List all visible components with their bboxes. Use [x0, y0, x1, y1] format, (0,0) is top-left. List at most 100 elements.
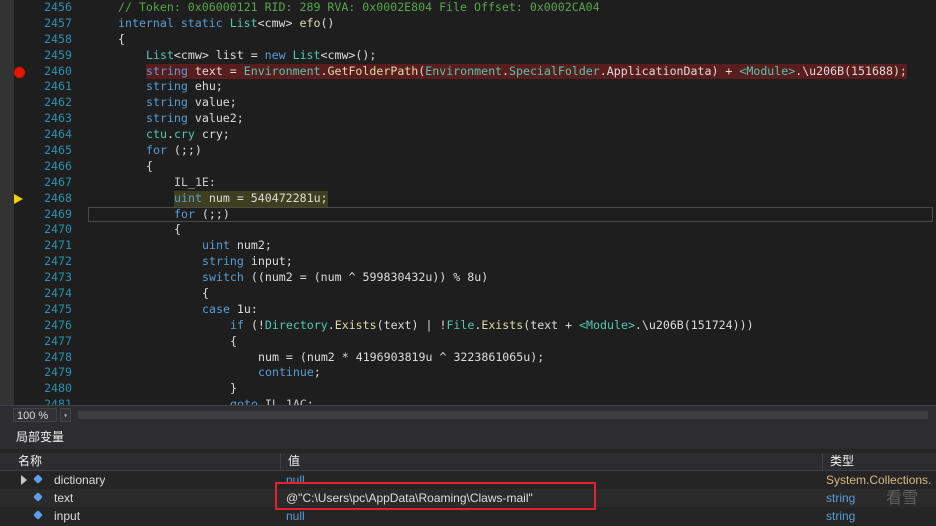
code-line[interactable]: 2460 string text = Environment.GetFolderP… [0, 63, 936, 80]
code-line[interactable]: 2467 IL_1E: [0, 175, 936, 191]
zoom-level-combobox[interactable]: 100 % [13, 408, 57, 422]
code-line[interactable]: 2477 { [0, 334, 936, 350]
code-line[interactable]: 2469 for (;;) [0, 206, 936, 223]
code-token: // Token: 0x06000121 RID: 289 RVA: 0x000… [118, 0, 600, 14]
highlight-annotation-box [275, 482, 596, 510]
code-line[interactable]: 2466 { [0, 159, 936, 175]
column-separator[interactable] [822, 453, 823, 470]
code-line[interactable]: 2465 for (;;) [0, 143, 936, 159]
code-token: num = (num2 * 4196903819u ^ 3223861065u)… [258, 349, 545, 364]
code-token: string [146, 63, 195, 78]
column-separator[interactable] [280, 453, 281, 470]
code-token: . [327, 317, 335, 332]
code-text: num = (num2 * 4196903819u ^ 3223861065u)… [258, 350, 544, 366]
code-line[interactable]: 2475 case 1u: [0, 302, 936, 318]
code-token: List [146, 47, 174, 62]
code-line[interactable]: 2472 string input; [0, 254, 936, 270]
code-line[interactable]: 2474 { [0, 286, 936, 302]
code-token: . [166, 127, 174, 142]
code-token: Environment [243, 63, 321, 78]
code-line[interactable]: 2471 uint num2; [0, 238, 936, 254]
code-token: Exists [481, 317, 524, 332]
column-header-type[interactable]: 类型 [830, 453, 854, 470]
line-number: 2458 [44, 31, 72, 46]
code-token: Directory [264, 317, 328, 332]
code-line[interactable]: 2476 if (!Directory.Exists(text) | !File.… [0, 318, 936, 334]
code-line[interactable]: 2459 List<cmw> list = new List<cmw>(); [0, 48, 936, 64]
field-icon [33, 510, 43, 520]
code-token: . [502, 63, 510, 78]
code-line[interactable]: 2464 ctu.cry cry; [0, 127, 936, 143]
code-token: () [320, 15, 335, 30]
line-number: 2461 [44, 79, 72, 94]
code-editor[interactable]: 2456 // Token: 0x06000121 RID: 289 RVA: 0… [0, 0, 936, 405]
code-text: List<cmw> list = new List<cmw>(); [146, 48, 376, 64]
code-text: string text = Environment.GetFolderPath(… [146, 63, 907, 80]
code-token: (! [250, 317, 265, 332]
code-line[interactable]: 2458 { [0, 32, 936, 48]
current-statement-arrow-icon [14, 193, 23, 204]
code-token: { [202, 286, 209, 301]
code-token: <Module> [579, 317, 635, 332]
expand-arrow-icon[interactable] [21, 475, 27, 485]
code-token: ((num2 = (num ^ 599830432u)) % 8u) [250, 270, 489, 285]
line-number: 2480 [44, 381, 72, 396]
code-line[interactable]: 2473 switch ((num2 = (num ^ 599830432u)) … [0, 270, 936, 286]
line-number: 2466 [44, 158, 72, 173]
code-token: new [264, 47, 293, 62]
code-text: goto IL_1AC; [230, 397, 314, 405]
code-token: string [146, 111, 195, 126]
code-line[interactable]: 2480} [0, 381, 936, 397]
code-token: IL_1E: [174, 174, 216, 189]
line-number: 2479 [44, 365, 72, 380]
code-line[interactable]: 2461 string ehu; [0, 79, 936, 95]
zoom-dropdown-arrow-icon[interactable]: ▾ [60, 408, 71, 422]
column-header-value[interactable]: 值 [288, 453, 300, 470]
line-number: 2481 [44, 397, 72, 405]
line-number: 2464 [44, 127, 72, 142]
code-token: <Module> [739, 63, 796, 78]
code-token: efo [299, 15, 321, 30]
code-line[interactable]: 2481 goto IL_1AC; [0, 397, 936, 405]
code-token: (text + [523, 317, 580, 332]
line-number: 2463 [44, 111, 72, 126]
code-line[interactable]: 2468 uint num = 540472281u; [0, 190, 936, 207]
code-area[interactable]: 2456 // Token: 0x06000121 RID: 289 RVA: 0… [0, 0, 936, 405]
code-line[interactable]: 2457 internal static List<cmw> efo() [0, 16, 936, 32]
code-token: string [146, 95, 195, 110]
code-token: <cmw>(); [320, 47, 377, 62]
code-text: ctu.cry cry; [146, 127, 230, 143]
code-token: { [118, 31, 125, 46]
code-token: continue [258, 365, 314, 380]
line-number: 2462 [44, 95, 72, 110]
code-line[interactable]: 2456 // Token: 0x06000121 RID: 289 RVA: 0… [0, 0, 936, 16]
column-header-name[interactable]: 名称 [18, 453, 42, 470]
breakpoint-icon[interactable] [14, 66, 25, 78]
code-text: { [202, 286, 209, 302]
code-token: internal static [118, 15, 230, 30]
line-number: 2472 [44, 254, 72, 269]
current-line-highlight [88, 206, 933, 222]
code-token: .ApplicationData) + [599, 63, 740, 78]
code-token: input; [250, 254, 293, 269]
code-line[interactable]: 2470 { [0, 222, 936, 238]
code-token: .\u206B(151688); [795, 63, 907, 78]
code-line[interactable]: 2478 num = (num2 * 4196903819u ^ 32238610… [0, 350, 936, 366]
line-number: 2457 [44, 15, 72, 30]
code-text: } [230, 381, 237, 397]
code-token: string [146, 79, 195, 94]
code-token: goto [230, 397, 265, 405]
zoom-bar: 100 % ▾ [0, 405, 936, 425]
code-token: <cmw> [257, 15, 300, 30]
code-token: . [320, 63, 328, 78]
horizontal-scrollbar[interactable] [78, 411, 928, 419]
code-token: for [146, 143, 174, 158]
code-line[interactable]: 2463 string value2; [0, 111, 936, 127]
code-token: value2; [194, 111, 244, 126]
code-text: string ehu; [146, 79, 223, 95]
code-line[interactable]: 2479 continue; [0, 365, 936, 381]
code-token: case [202, 301, 237, 316]
local-name: input [54, 509, 81, 523]
code-token: (text) | ! [376, 317, 447, 332]
code-line[interactable]: 2462 string value; [0, 95, 936, 111]
